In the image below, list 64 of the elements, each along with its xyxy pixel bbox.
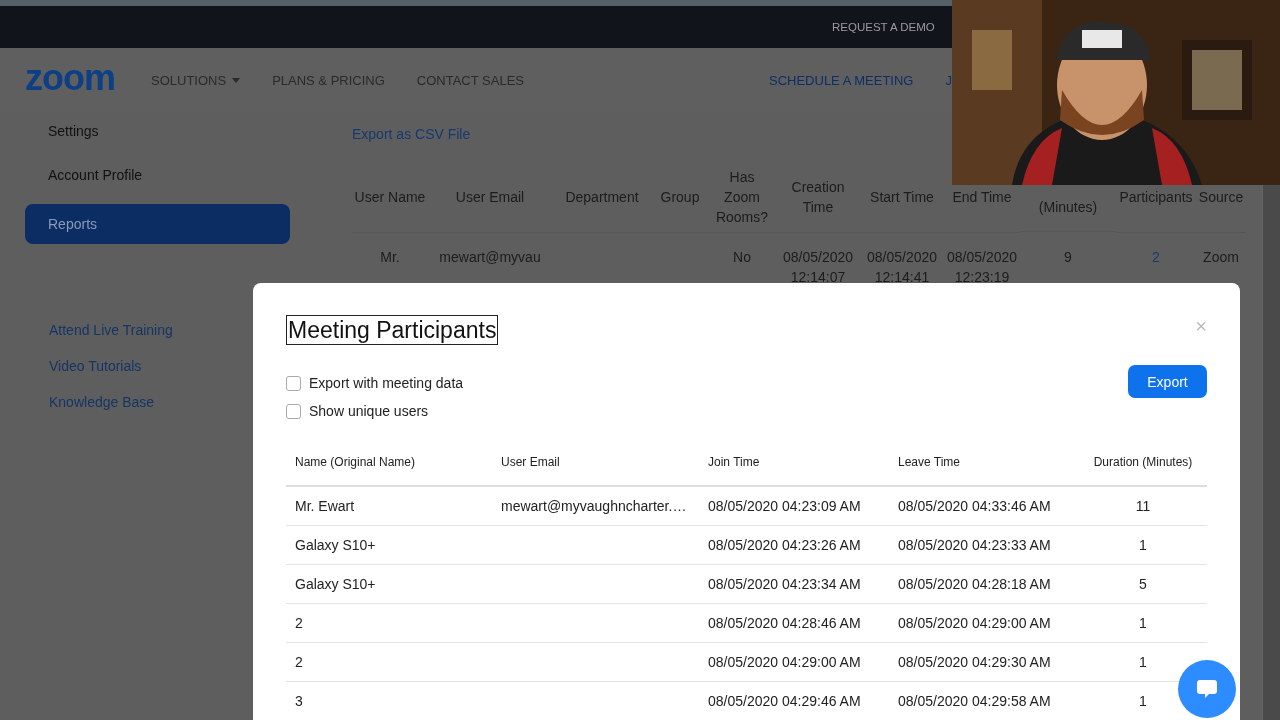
table-cell: 08/05/2020 12:14:07	[782, 249, 854, 285]
table-cell: Galaxy S10+	[295, 537, 376, 553]
table-cell: 9	[1064, 249, 1072, 265]
table-cell: 3	[295, 693, 303, 709]
export-button[interactable]: Export	[1128, 365, 1207, 398]
table-cell: 2	[295, 654, 303, 670]
table-cell: 08/05/2020 04:23:09 AM	[708, 498, 861, 514]
logo[interactable]: zoom	[25, 57, 115, 99]
table-cell: 08/05/2020 04:28:18 AM	[898, 576, 1051, 592]
column-header: Creation Time	[776, 162, 860, 233]
table-cell: No	[733, 249, 751, 265]
sidebar-item[interactable]: Account Profile	[25, 160, 315, 200]
checkbox-label[interactable]: Export with meeting data	[309, 375, 464, 391]
column-header: Department	[552, 162, 652, 233]
export-csv-link[interactable]: Export as CSV File	[352, 126, 471, 142]
column-header: Duration (Minutes)	[1079, 439, 1207, 487]
table-cell: 08/05/2020 12:23:19	[946, 249, 1018, 285]
table-cell: 08/05/2020 04:29:58 AM	[898, 693, 1051, 709]
column-header: Name (Original Name)	[286, 439, 492, 487]
table-cell: 1	[1139, 615, 1147, 631]
nav-link[interactable]: J	[945, 72, 952, 88]
column-header: Group	[652, 162, 708, 233]
table-cell: 5	[1139, 576, 1147, 592]
scrollbar[interactable]	[1262, 185, 1280, 720]
table-cell: 08/05/2020 04:29:46 AM	[708, 693, 861, 709]
close-button[interactable]: ×	[1195, 315, 1207, 338]
table-cell: Mr.	[380, 249, 400, 265]
table-cell: 08/05/2020 04:29:00 AM	[708, 654, 861, 670]
table-cell: 08/05/2020 04:28:46 AM	[708, 615, 861, 631]
column-header: Leave Time	[889, 439, 1079, 487]
table-cell: 08/05/2020 12:14:41	[866, 249, 938, 285]
table-cell: 08/05/2020 04:29:30 AM	[898, 654, 1051, 670]
table-cell: 11	[1135, 498, 1151, 514]
table-cell: 2	[295, 615, 303, 631]
table-cell: Mr. Ewart	[295, 498, 355, 514]
column-header: Start Time	[860, 162, 944, 233]
table-cell: 08/05/2020 04:23:34 AM	[708, 576, 861, 592]
sidebar-item[interactable]: Settings	[25, 116, 315, 156]
column-header: User Email	[428, 162, 552, 233]
sidebar-item[interactable]: Reports	[25, 204, 290, 244]
checkbox[interactable]	[286, 403, 301, 419]
checkbox[interactable]	[286, 375, 301, 391]
table-cell: 08/05/2020 04:23:26 AM	[708, 537, 861, 553]
table-cell: 08/05/2020 04:29:00 AM	[898, 615, 1051, 631]
table-cell: 1	[1139, 654, 1147, 670]
checkbox-label[interactable]: Show unique users	[309, 403, 429, 419]
table-cell: Galaxy S10+	[295, 576, 376, 592]
table-cell: 1	[1139, 693, 1147, 709]
table-cell: 08/05/2020 04:23:33 AM	[898, 537, 1051, 553]
table-cell: mewart@myvau	[439, 249, 541, 265]
table-cell: 1	[1139, 537, 1147, 553]
column-header: User Email	[492, 439, 699, 487]
column-header: User Name	[352, 162, 428, 233]
chat-icon	[1197, 680, 1217, 698]
caret-icon	[232, 77, 241, 83]
participants-link[interactable]: 2	[1152, 249, 1160, 265]
dialog-title: Meeting Participants	[286, 315, 499, 345]
column-header: Join Time	[699, 439, 889, 487]
request-demo-link[interactable]: REQUEST A DEMO	[832, 21, 935, 33]
nav-link[interactable]: SCHEDULE A MEETING	[769, 72, 914, 88]
table-cell: mewart@myvaughncharter.…	[501, 498, 687, 514]
table-cell: Zoom	[1203, 249, 1239, 265]
column-header: Has Zoom Rooms?	[708, 162, 776, 233]
table-cell: 08/05/2020 04:33:46 AM	[898, 498, 1051, 514]
